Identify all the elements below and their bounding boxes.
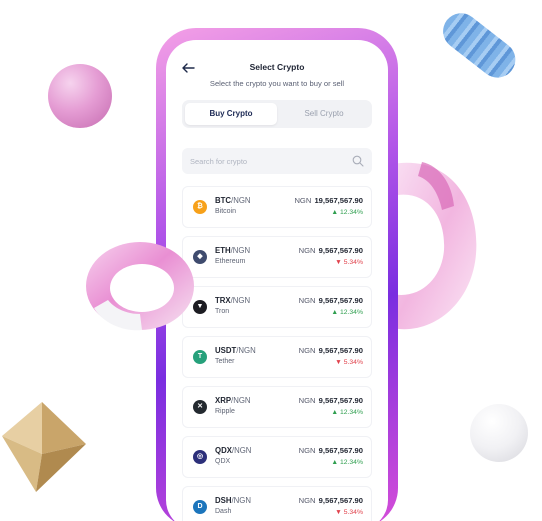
quote-currency: /NGN: [231, 446, 252, 455]
coin-symbol: TRX: [215, 296, 231, 305]
coin-symbol: BTC: [215, 196, 232, 205]
header: Select Crypto: [166, 60, 388, 78]
crypto-row-eth[interactable]: ◆ ETH/NGN Ethereum NGN 9,567,567.90 ▼ 5.…: [182, 236, 372, 278]
change-up-arrow-icon: ▲: [331, 459, 339, 466]
tab-buy-crypto[interactable]: Buy Crypto: [185, 103, 277, 125]
change-value: 5.34%: [343, 509, 363, 516]
quote-currency: /NGN: [231, 396, 251, 405]
quote-currency: /NGN: [230, 246, 251, 255]
coin-symbol: XRP: [215, 396, 232, 405]
dash-icon: D: [193, 500, 207, 514]
change-down-arrow-icon: ▼: [335, 259, 342, 266]
pair-label: TRX/NGN: [215, 296, 250, 305]
crypto-row-btc[interactable]: ₿ BTC/NGN Bitcoin NGN 19,567,567.90 ▲ 12…: [182, 186, 372, 228]
price-label: NGN 9,567,567.90: [299, 446, 363, 455]
change-label: ▲ 12.34%: [331, 309, 363, 316]
phone-screen: Select Crypto Select the crypto you want…: [166, 40, 388, 521]
price-currency: NGN: [298, 496, 316, 505]
coin-name: Bitcoin: [215, 208, 237, 215]
search-input[interactable]: [190, 148, 340, 174]
change-up-arrow-icon: ▲: [331, 409, 339, 416]
price-value: 9,567,567.90: [318, 296, 363, 305]
price-label: NGN 9,567,567.90: [299, 396, 363, 405]
change-label: ▲ 12.34%: [331, 209, 363, 216]
change-label: ▼ 5.34%: [335, 259, 363, 266]
gold-pyramid-decoration: [2, 402, 86, 492]
price-currency: NGN: [298, 446, 316, 455]
tab-sell-crypto[interactable]: Sell Crypto: [278, 103, 370, 125]
crypto-row-qdx[interactable]: ◎ QDX/NGN QDX NGN 9,567,567.90 ▲ 12.34%: [182, 436, 372, 478]
change-down-arrow-icon: ▼: [335, 359, 342, 366]
price-label: NGN 9,567,567.90: [299, 496, 363, 505]
price-label: NGN 9,567,567.90: [299, 296, 363, 305]
change-value: 5.34%: [343, 259, 363, 266]
coin-symbol: USDT: [215, 346, 237, 355]
pair-label: USDT/NGN: [215, 346, 256, 355]
change-label: ▲ 12.34%: [331, 409, 363, 416]
crypto-row-dsh[interactable]: D DSH/NGN Dash NGN 9,567,567.90 ▼ 5.34%: [182, 486, 372, 521]
change-value: 12.34%: [339, 309, 363, 316]
price-label: NGN 19,567,567.90: [294, 196, 363, 205]
blue-cylinder-decoration: [435, 6, 523, 85]
pink-torus-decoration: [86, 242, 194, 331]
change-label: ▲ 12.34%: [331, 459, 363, 466]
buy-sell-tabs: Buy Crypto Sell Crypto: [182, 100, 372, 128]
ripple-icon: ✕: [193, 400, 207, 414]
crypto-row-trx[interactable]: ▼ TRX/NGN Tron NGN 9,567,567.90 ▲ 12.34%: [182, 286, 372, 328]
change-value: 12.34%: [339, 209, 363, 216]
coin-name: Ripple: [215, 408, 235, 415]
coin-name: Dash: [215, 508, 232, 515]
coin-name: Tron: [215, 308, 230, 315]
page-title: Select Crypto: [249, 62, 305, 72]
change-label: ▼ 5.34%: [335, 509, 363, 516]
pink-sphere-decoration: [48, 64, 112, 128]
pair-label: DSH/NGN: [215, 496, 251, 505]
pink-ring-decoration: [392, 162, 477, 330]
search-icon[interactable]: [352, 155, 364, 167]
page-subtitle: Select the crypto you want to buy or sel…: [209, 79, 345, 88]
coin-name: Ethereum: [215, 258, 246, 265]
crypto-row-usdt[interactable]: T USDT/NGN Tether NGN 9,567,567.90 ▼ 5.3…: [182, 336, 372, 378]
white-sphere-decoration: [470, 404, 528, 462]
price-label: NGN 9,567,567.90: [299, 246, 363, 255]
price-value: 19,567,567.90: [314, 196, 363, 205]
qdx-icon: ◎: [193, 450, 207, 464]
price-value: 9,567,567.90: [318, 246, 363, 255]
coin-name: Tether: [215, 358, 235, 365]
bitcoin-icon: ₿: [193, 200, 207, 214]
price-value: 9,567,567.90: [318, 346, 363, 355]
coin-name: QDX: [215, 458, 231, 465]
quote-currency: /NGN: [231, 496, 251, 505]
coin-symbol: ETH: [215, 246, 231, 255]
price-currency: NGN: [298, 296, 316, 305]
price-label: NGN 9,567,567.90: [299, 346, 363, 355]
crypto-row-xrp[interactable]: ✕ XRP/NGN Ripple NGN 9,567,567.90 ▲ 12.3…: [182, 386, 372, 428]
price-value: 9,567,567.90: [318, 396, 363, 405]
change-up-arrow-icon: ▲: [331, 209, 339, 216]
change-down-arrow-icon: ▼: [335, 509, 342, 516]
tether-icon: T: [193, 350, 207, 364]
quote-currency: /NGN: [231, 196, 251, 205]
coin-symbol: DSH: [215, 496, 232, 505]
price-currency: NGN: [298, 246, 316, 255]
price-currency: NGN: [294, 196, 312, 205]
pair-label: BTC/NGN: [215, 196, 251, 205]
pair-label: XRP/NGN: [215, 396, 251, 405]
price-value: 9,567,567.90: [318, 446, 363, 455]
change-value: 12.34%: [339, 459, 363, 466]
coin-symbol: QDX: [215, 446, 232, 455]
change-label: ▼ 5.34%: [335, 359, 363, 366]
price-value: 9,567,567.90: [318, 496, 363, 505]
quote-currency: /NGN: [236, 346, 256, 355]
search-bar: [182, 148, 372, 174]
change-value: 12.34%: [339, 409, 363, 416]
pair-label: ETH/NGN: [215, 246, 250, 255]
price-currency: NGN: [298, 396, 316, 405]
price-currency: NGN: [298, 346, 316, 355]
change-value: 5.34%: [343, 359, 363, 366]
quote-currency: /NGN: [230, 296, 251, 305]
change-up-arrow-icon: ▲: [331, 309, 339, 316]
pair-label: QDX/NGN: [215, 446, 251, 455]
